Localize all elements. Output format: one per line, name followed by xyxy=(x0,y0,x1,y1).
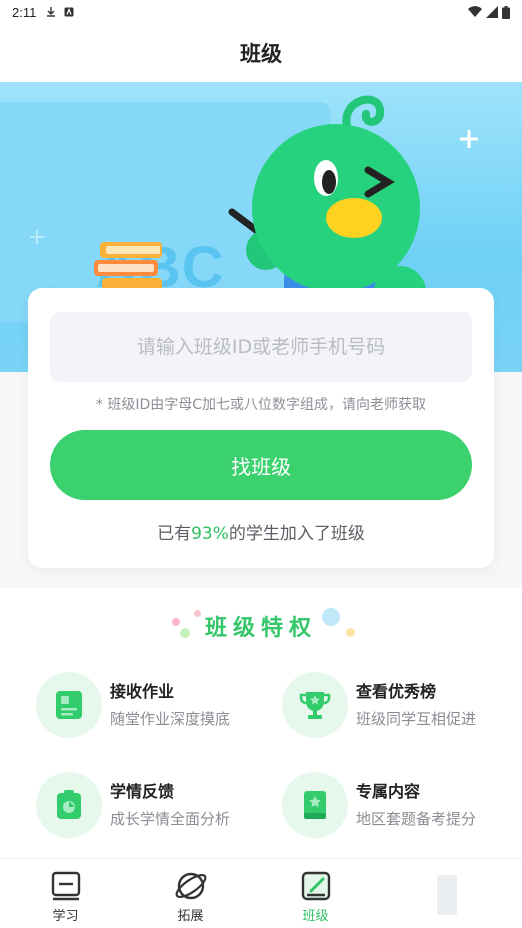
class-icon xyxy=(301,871,330,901)
download-icon xyxy=(47,7,56,17)
status-time: 2:11 xyxy=(12,4,37,20)
privilege-title: 学情反馈 xyxy=(110,782,175,801)
nav-class[interactable]: 班级 xyxy=(253,859,378,928)
planet-icon xyxy=(175,872,206,900)
nav-expand[interactable]: 拓展 xyxy=(128,859,253,928)
class-id-input[interactable] xyxy=(50,312,472,382)
privilege-learning-feedback[interactable]: 学情反馈 成长学情全面分析 xyxy=(36,772,276,842)
privilege-title: 专属内容 xyxy=(356,782,421,801)
nav-label: 班级 xyxy=(302,909,329,924)
study-icon xyxy=(51,871,80,901)
sparkle-icon xyxy=(30,230,44,244)
page-title: 班级 xyxy=(240,42,282,66)
joined-percent: 93% xyxy=(191,524,229,544)
joined-suffix: 的学生加入了班级 xyxy=(228,524,365,544)
trophy-icon xyxy=(282,672,348,738)
wifi-icon xyxy=(468,6,482,18)
nav-placeholder xyxy=(378,859,503,928)
find-class-button[interactable]: 找班级 xyxy=(50,430,472,500)
homework-icon xyxy=(36,672,102,738)
book-icon xyxy=(282,772,348,838)
nav-study[interactable]: 学习 xyxy=(3,859,128,928)
joined-prefix: 已有 xyxy=(157,524,192,544)
app-notification-icon xyxy=(64,7,74,17)
privilege-subtitle: 随堂作业深度摸底 xyxy=(110,710,231,728)
joined-stat: 已有93%的学生加入了班级 xyxy=(28,519,494,544)
title-bar: 班级 xyxy=(0,24,522,82)
nav-label: 学习 xyxy=(52,909,79,924)
watermark-block xyxy=(436,875,457,915)
join-class-card: * 班级ID由字母C加七或八位数字组成，请向老师获取 找班级 已有93%的学生加… xyxy=(28,288,494,568)
bottom-nav: 学习 拓展 班级 xyxy=(0,858,522,928)
nav-label: 拓展 xyxy=(177,909,204,924)
signal-icon xyxy=(486,6,498,18)
status-bar: 2:11 xyxy=(0,0,522,24)
privileges-title: 班级特权 xyxy=(204,616,317,641)
battery-icon xyxy=(502,5,510,19)
privilege-exclusive-content[interactable]: 专属内容 地区套题备考提分 xyxy=(282,772,522,842)
privilege-subtitle: 地区套题备考提分 xyxy=(356,810,477,828)
privilege-receive-homework[interactable]: 接收作业 随堂作业深度摸底 xyxy=(36,672,276,742)
privilege-title: 查看优秀榜 xyxy=(356,682,437,701)
report-icon xyxy=(36,772,102,838)
class-privileges-section: 班级特权 接收作业 随堂作业深度摸底 查看优秀榜 班级同学互相促进 学情反馈 成… xyxy=(0,588,522,858)
sparkle-icon xyxy=(460,130,478,148)
privilege-title: 接收作业 xyxy=(110,682,175,701)
class-id-hint: * 班级ID由字母C加七或八位数字组成，请向老师获取 xyxy=(95,397,427,413)
privilege-honor-roll[interactable]: 查看优秀榜 班级同学互相促进 xyxy=(282,672,522,742)
privilege-subtitle: 成长学情全面分析 xyxy=(110,810,231,828)
privilege-subtitle: 班级同学互相促进 xyxy=(356,710,477,728)
